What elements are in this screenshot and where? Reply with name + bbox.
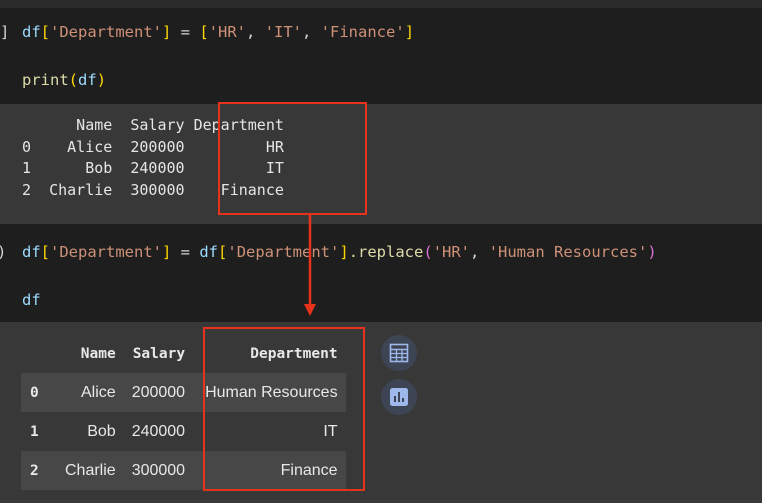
table-view-icon: [389, 343, 409, 363]
chart-suggest-button[interactable]: [381, 379, 417, 415]
table-view-button[interactable]: [381, 335, 417, 371]
highlight-arrow: [304, 214, 316, 316]
chart-suggest-icon: [390, 388, 408, 406]
